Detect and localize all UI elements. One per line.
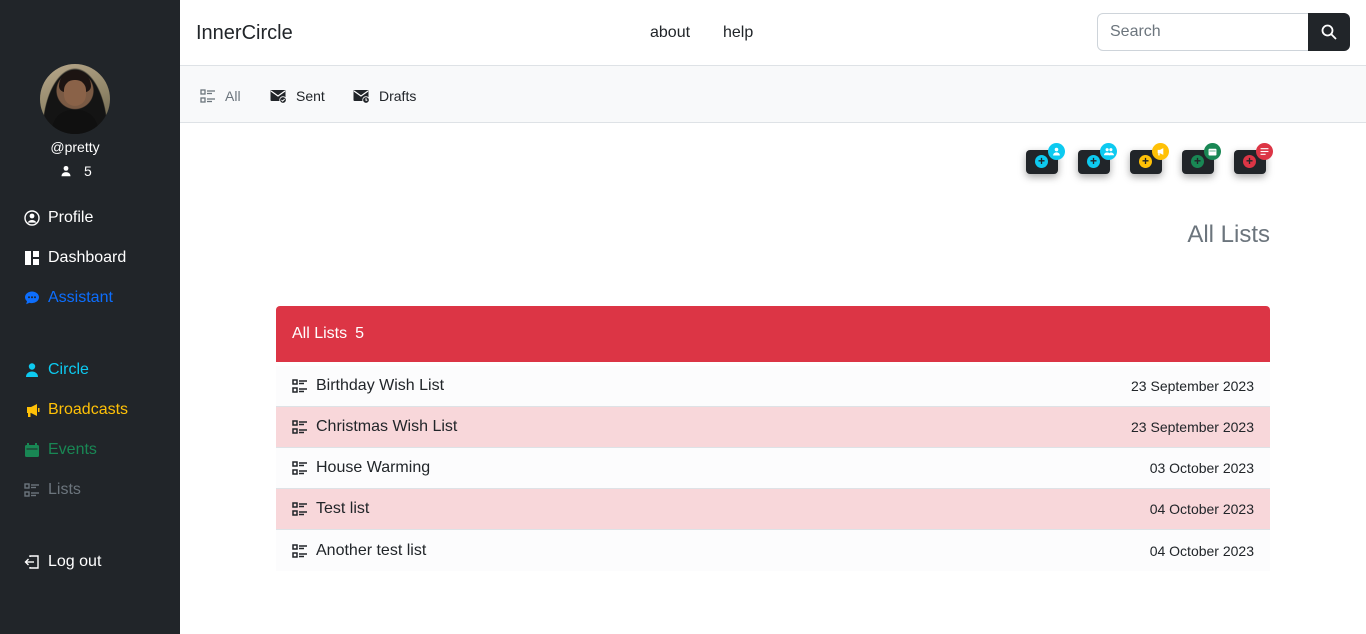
list-check-icon [292, 420, 307, 434]
sidebar-item-label: Events [48, 441, 97, 458]
list-check-icon [24, 483, 39, 497]
list-filter-bar: All Sent Drafts [180, 66, 1366, 123]
list-item-date: 23 September 2023 [1131, 419, 1254, 435]
help-link[interactable]: help [723, 24, 753, 42]
about-link[interactable]: about [650, 24, 690, 42]
plus-icon: + [1139, 155, 1152, 168]
person-icon [1048, 143, 1065, 160]
tab-label: Sent [296, 88, 325, 104]
list-item-title: Birthday Wish List [316, 377, 445, 394]
list-item[interactable]: Christmas Wish List 23 September 2023 [276, 407, 1270, 448]
add-event-button[interactable]: + [1182, 143, 1221, 174]
add-broadcast-button[interactable]: + [1130, 143, 1169, 174]
list-item-date: 23 September 2023 [1131, 378, 1254, 394]
page-title: All Lists [1187, 221, 1270, 248]
envelope-check-icon [270, 90, 287, 104]
people-icon [1100, 143, 1117, 160]
calendar-icon [1204, 143, 1221, 160]
list-item-date: 04 October 2023 [1149, 542, 1254, 559]
list-item-title: Christmas Wish List [316, 418, 458, 435]
add-list-button[interactable]: + [1234, 143, 1273, 174]
sidebar-item-label: Broadcasts [48, 401, 129, 418]
list-item-date: 03 October 2023 [1149, 460, 1254, 476]
sidebar-item-lists[interactable]: Lists [24, 481, 81, 499]
envelope-clock-icon [353, 90, 370, 104]
person-icon [61, 165, 71, 177]
followers-count-value: 5 [84, 163, 92, 179]
avatar[interactable] [40, 64, 110, 134]
list-item-title: Another test list [316, 541, 427, 559]
logout-button[interactable]: Log out [24, 553, 101, 571]
logout-icon [24, 555, 39, 569]
plus-icon: + [1243, 155, 1256, 168]
username: @pretty [50, 139, 100, 155]
list-item[interactable]: Another test list 04 October 2023 [276, 530, 1270, 571]
avatar-body [52, 110, 98, 134]
top-navbar: InnerCircle about help [180, 0, 1366, 66]
sidebar-item-circle[interactable]: Circle [24, 361, 89, 379]
tab-all[interactable]: All [200, 88, 241, 104]
add-circle-member-button[interactable]: + [1026, 143, 1065, 174]
plus-icon: + [1191, 155, 1204, 168]
list-item-title: House Warming [316, 459, 431, 476]
search-icon [1321, 24, 1337, 40]
avatar-face [64, 80, 86, 106]
sidebar: @pretty 5 Profile Dashboard Assistant Ci… [0, 0, 180, 634]
sidebar-item-label: Dashboard [48, 249, 127, 266]
list-item[interactable]: House Warming 03 October 2023 [276, 448, 1270, 489]
brand-logo[interactable]: InnerCircle [196, 22, 293, 45]
list-item[interactable]: Birthday Wish List 23 September 2023 [276, 366, 1270, 407]
sidebar-item-events[interactable]: Events [24, 441, 97, 459]
search-input[interactable] [1097, 13, 1309, 51]
person-circle-icon [24, 210, 40, 226]
list-check-icon [292, 379, 307, 393]
add-group-button[interactable]: + [1078, 143, 1117, 174]
sidebar-item-dashboard[interactable]: Dashboard [24, 249, 126, 267]
sidebar-item-broadcasts[interactable]: Broadcasts [24, 401, 128, 419]
person-icon [26, 363, 38, 377]
list-item-title: Test list [316, 500, 370, 517]
list-check-icon [292, 461, 307, 475]
lists-count-badge: 5 [355, 325, 365, 342]
list-check-icon [292, 502, 307, 516]
list-check-icon [292, 543, 307, 558]
sidebar-item-label: Circle [48, 361, 89, 378]
tab-label: All [225, 88, 241, 104]
tab-label: Drafts [379, 88, 417, 104]
list-check-icon [200, 89, 215, 103]
sidebar-item-label: Assistant [48, 289, 113, 306]
lists-card-title: All Lists [292, 325, 348, 342]
megaphone-icon [27, 404, 40, 417]
list-icon [1256, 143, 1273, 160]
sidebar-item-assistant[interactable]: Assistant [24, 289, 113, 307]
megaphone-icon [1152, 143, 1169, 160]
plus-icon: + [1035, 155, 1048, 168]
search-button[interactable] [1308, 13, 1350, 51]
chat-dots-icon [25, 291, 39, 305]
followers-count: 5 [60, 163, 92, 179]
tab-sent[interactable]: Sent [270, 88, 325, 104]
sidebar-item-profile[interactable]: Profile [24, 209, 93, 227]
dashboard-icon [25, 251, 39, 265]
list-item[interactable]: Test list 04 October 2023 [276, 489, 1270, 530]
calendar-icon [25, 443, 39, 457]
plus-icon: + [1087, 155, 1100, 168]
sidebar-item-label: Profile [48, 209, 94, 226]
list-item-date: 04 October 2023 [1149, 501, 1254, 517]
sidebar-item-label: Lists [48, 481, 81, 498]
sidebar-item-label: Log out [48, 553, 102, 570]
lists-card-header: All Lists 5 [276, 306, 1270, 362]
tab-drafts[interactable]: Drafts [353, 88, 416, 104]
